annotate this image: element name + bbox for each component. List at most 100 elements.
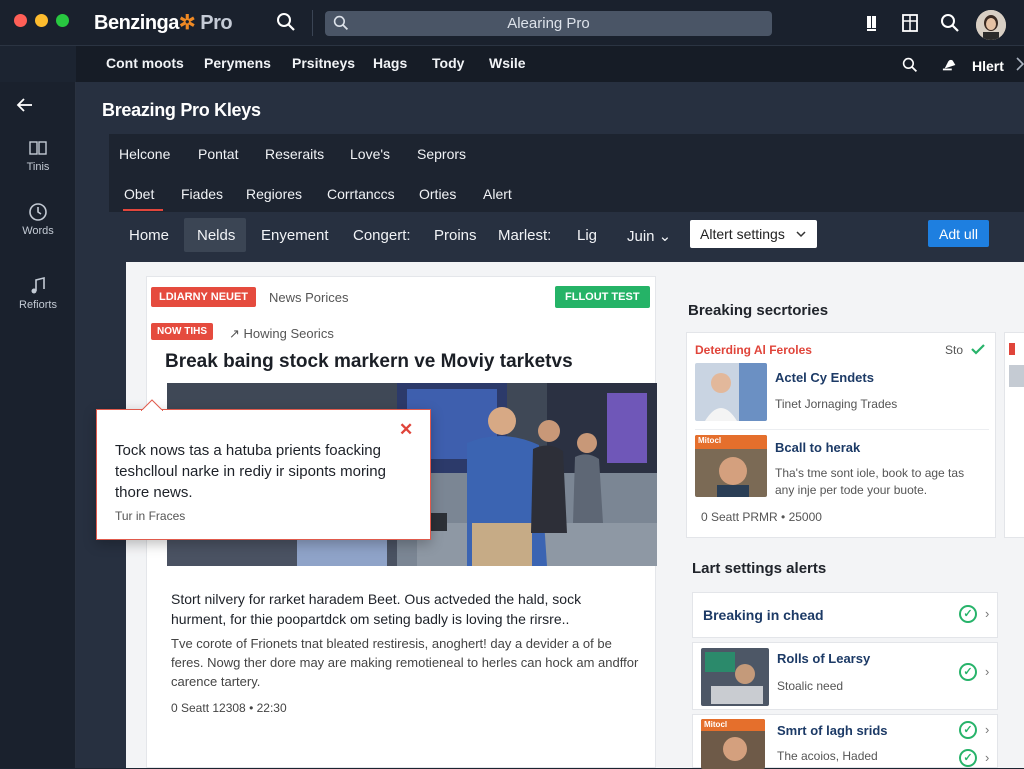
filter-lig[interactable]: Lig xyxy=(577,227,597,244)
bell-icon[interactable] xyxy=(941,57,959,73)
thumbnail-tag: Mitocl xyxy=(704,720,728,729)
alerts-section-title: Lart settings alerts xyxy=(692,560,827,577)
alert-settings-label: Altert settings xyxy=(700,226,785,242)
story-thumbnail xyxy=(1009,365,1024,387)
topnav-item[interactable]: Wsile xyxy=(489,55,526,71)
tab-seprors[interactable]: Seprors xyxy=(417,146,466,162)
bookmark-icon[interactable] xyxy=(862,13,882,33)
music-icon xyxy=(31,276,45,294)
page-title: Breazing Pro Kleys xyxy=(102,100,261,120)
popup-subtext[interactable]: Tur in Fraces xyxy=(115,509,185,523)
chevron-right-icon: › xyxy=(985,750,990,765)
chevron-right-icon: › xyxy=(985,606,990,621)
tab-helcone[interactable]: Helcone xyxy=(119,146,170,162)
sidebar-item-tinis[interactable]: Tinis xyxy=(0,140,76,173)
sidebar-item-refiorts[interactable]: Refiorts xyxy=(0,276,76,311)
search-icon[interactable] xyxy=(902,57,918,73)
minimize-window-button[interactable] xyxy=(35,14,48,27)
filter-enyement[interactable]: Enyement xyxy=(261,227,329,244)
topnav-item[interactable]: Cont moots xyxy=(106,55,184,71)
title-bar: Benzinga✲ Pro xyxy=(0,0,1024,46)
notification-popup[interactable]: Tock nows tas a hatuba prients foacking … xyxy=(96,399,431,540)
alert-link[interactable]: Hlert xyxy=(972,58,1004,74)
breaking-label-marker xyxy=(1009,343,1015,355)
woman-photo xyxy=(695,363,767,421)
brand-logo[interactable]: Benzinga✲ Pro xyxy=(94,10,233,35)
article-body: Tve corote of Frionets tnat bleated rest… xyxy=(171,636,639,689)
add-button[interactable]: Adt ull xyxy=(928,220,989,247)
search-bar[interactable] xyxy=(325,11,772,36)
breaking-label: Deterding Al Feroles xyxy=(695,343,812,357)
check-icon xyxy=(971,344,985,355)
breaking-section-title: Breaking secrtories xyxy=(688,302,829,319)
filter-juin-dropdown[interactable]: Juin ⌄ xyxy=(627,227,671,245)
layout-icon[interactable] xyxy=(900,13,920,33)
alert-row[interactable]: Breaking in chead ✓ › xyxy=(692,592,998,638)
flout-test-button[interactable]: FLLOUT TEST xyxy=(555,286,650,308)
story-title[interactable]: Actel Cy Endets xyxy=(775,370,874,385)
filter-congert[interactable]: Congert: xyxy=(353,227,411,244)
tab-obet[interactable]: Obet xyxy=(124,186,154,202)
breaking-card: Deterding Al Feroles Sto Actel Cy Endets… xyxy=(686,332,996,538)
story-subtitle: Tha's tme sont iole, book to age tas any… xyxy=(775,466,965,497)
filter-nelds[interactable]: Nelds xyxy=(197,227,235,244)
article-headline[interactable]: Break baing stock markern ve Moviy tarke… xyxy=(165,351,573,373)
close-icon[interactable]: ✕ xyxy=(399,420,413,440)
chevron-down-icon xyxy=(796,231,806,238)
check-circle-icon: ✓ xyxy=(959,749,977,767)
maximize-window-button[interactable] xyxy=(56,14,69,27)
brand-name: Benzinga xyxy=(94,12,179,34)
primary-tabs: Helcone Pontat Reseraits Love's Seprors xyxy=(109,134,1024,176)
check-circle-icon: ✓ xyxy=(959,605,977,623)
check-circle-icon: ✓ xyxy=(959,721,977,739)
sidebar: Tinis Words Refiorts xyxy=(0,82,76,768)
alert-settings-dropdown[interactable]: Altert settings xyxy=(690,220,817,248)
close-window-button[interactable] xyxy=(14,14,27,27)
sidebar-item-label: Tinis xyxy=(26,161,50,173)
workspace-photo xyxy=(701,648,769,706)
filter-home[interactable]: Home xyxy=(129,227,169,244)
alert-title: Smrt of lagh srids xyxy=(777,723,888,738)
tab-regiores[interactable]: Regiores xyxy=(246,186,302,202)
chevron-right-icon: › xyxy=(985,664,990,679)
sidebar-item-words[interactable]: Words xyxy=(0,202,76,237)
alert-thumbnail xyxy=(701,648,769,706)
trending-label[interactable]: ↗ Howing Seorics xyxy=(229,326,334,342)
alert-row[interactable]: Mitocl Smrt of lagh srids The acoios, Ha… xyxy=(692,714,998,769)
avatar[interactable] xyxy=(976,10,1006,40)
top-nav: Cont moots Perymens Prsitneys Hags Tody … xyxy=(76,46,1024,82)
tab-pontat[interactable]: Pontat xyxy=(198,146,238,162)
filter-marlest[interactable]: Marlest: xyxy=(498,227,551,244)
story-title[interactable]: Bcall to herak xyxy=(775,440,860,455)
chevron-right-icon[interactable] xyxy=(1016,56,1024,72)
small-label: Sto xyxy=(945,343,964,357)
search-icon[interactable] xyxy=(276,12,296,32)
alert-row[interactable]: Rolls of Learsy Stoalic need ✓ › xyxy=(692,642,998,710)
filter-proins[interactable]: Proins xyxy=(434,227,477,244)
tab-reseraits[interactable]: Reseraits xyxy=(265,146,324,162)
tab-alert[interactable]: Alert xyxy=(483,186,512,202)
alert-subtitle: Stoalic need xyxy=(777,679,844,693)
topnav-item[interactable]: Perymens xyxy=(204,55,271,71)
divider xyxy=(312,10,313,36)
tab-loves[interactable]: Love's xyxy=(350,146,390,162)
tab-fiades[interactable]: Fiades xyxy=(181,186,223,202)
chevron-right-icon: › xyxy=(985,722,990,737)
story-thumbnail[interactable]: Mitocl xyxy=(695,435,767,497)
thumbnail-tag: Mitocl xyxy=(698,436,722,445)
tab-corrtanccs[interactable]: Corrtanccs xyxy=(327,186,395,202)
secondary-tabs: Obet Fiades Regiores Corrtanccs Orties A… xyxy=(109,176,1024,212)
topnav-item[interactable]: Tody xyxy=(432,55,464,71)
tab-orties[interactable]: Orties xyxy=(419,186,456,202)
search-icon[interactable] xyxy=(940,13,960,33)
story-thumbnail[interactable] xyxy=(695,363,767,421)
back-arrow-icon[interactable] xyxy=(16,97,34,113)
news-source[interactable]: News Porices xyxy=(269,290,348,305)
search-input[interactable] xyxy=(325,11,772,36)
alert-title: Breaking in chead xyxy=(703,607,824,623)
topnav-item[interactable]: Prsitneys xyxy=(292,55,355,71)
topnav-item[interactable]: Hags xyxy=(373,55,407,71)
now-badge: NOW TIHS xyxy=(151,323,213,340)
popup-message: Tock nows tas a hatuba prients foacking … xyxy=(115,442,386,501)
breaking-card-overflow xyxy=(1004,332,1024,538)
